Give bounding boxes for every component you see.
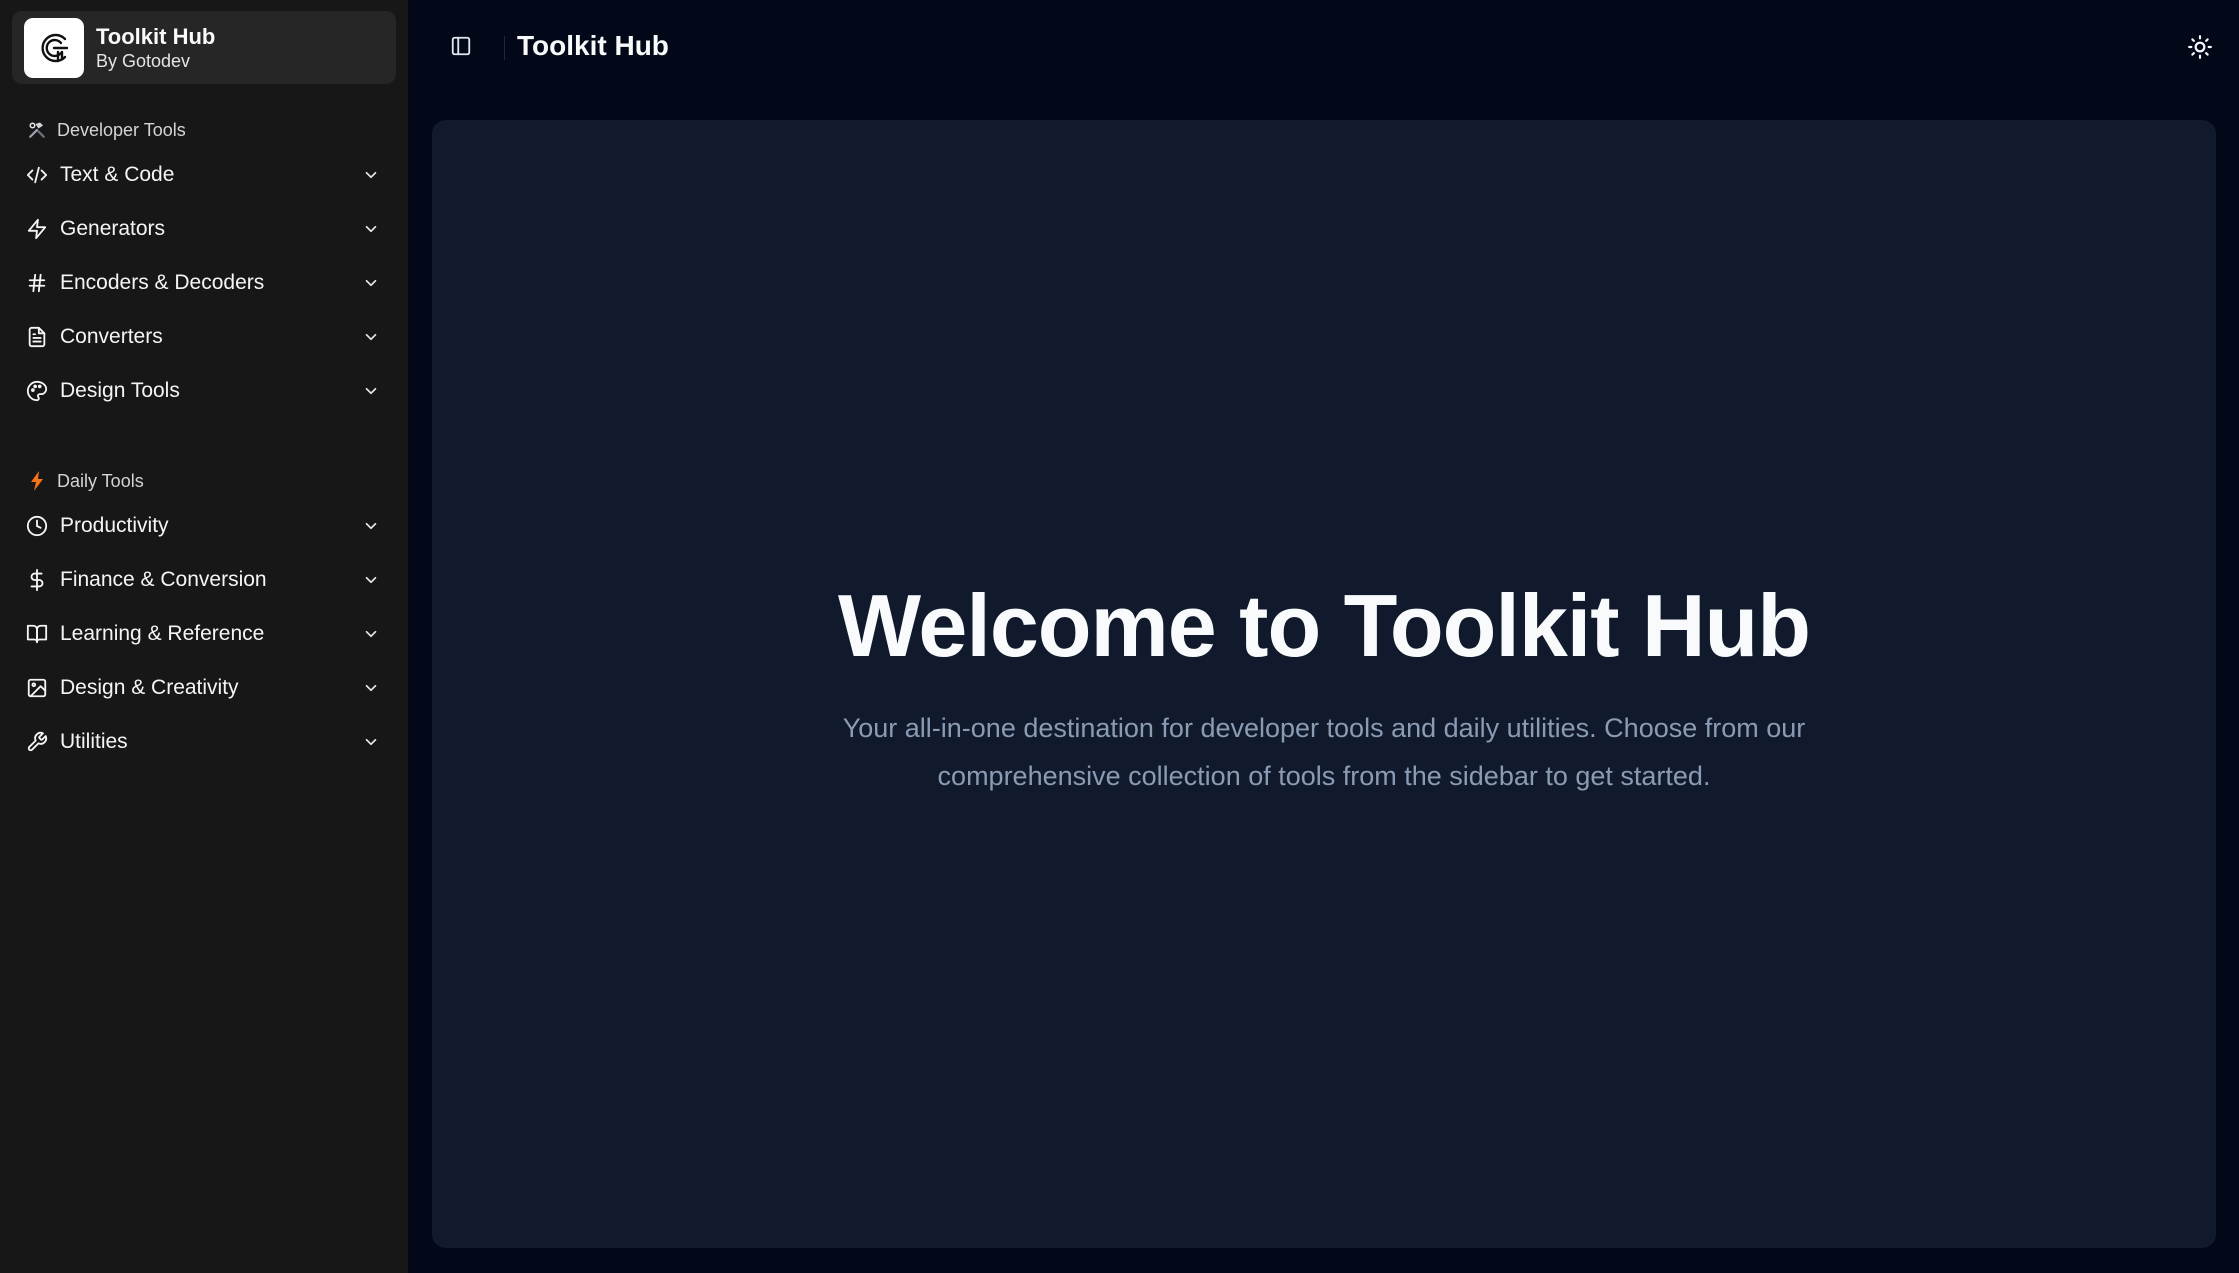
top-header: Toolkit Hub bbox=[408, 0, 2239, 98]
chevron-down-icon bbox=[360, 326, 382, 348]
zap-icon bbox=[24, 216, 50, 242]
page-title: Toolkit Hub bbox=[517, 30, 669, 61]
developer-nav-list: Text & Code Generators Encoders & Decode bbox=[12, 148, 396, 418]
brand-subtitle: By Gotodev bbox=[96, 50, 191, 71]
sidebar-item-label: Finance & Conversion bbox=[60, 568, 267, 591]
welcome-card: Welcome to Toolkit Hub Your all-in-one d… bbox=[432, 120, 2216, 1248]
chevron-down-icon bbox=[360, 677, 382, 699]
book-icon bbox=[24, 621, 50, 647]
sidebar-item-productivity[interactable]: Productivity bbox=[12, 499, 396, 553]
sidebar: Toolkit Hub By Gotodev Developer Tools T… bbox=[0, 0, 408, 1273]
daily-nav-list: Productivity Finance & Conversion Learni bbox=[12, 499, 396, 769]
clock-icon bbox=[24, 513, 50, 539]
code-icon bbox=[24, 162, 50, 188]
section-developer-tools: Developer Tools bbox=[12, 115, 396, 145]
chevron-down-icon bbox=[360, 623, 382, 645]
palette-icon bbox=[24, 378, 50, 404]
hammer-wrench-icon bbox=[26, 119, 48, 141]
sidebar-item-label: Text & Code bbox=[60, 163, 175, 186]
theme-toggle-sun-icon[interactable] bbox=[2185, 32, 2215, 62]
sidebar-item-label: Design Tools bbox=[60, 379, 180, 402]
brand-logo-icon bbox=[24, 17, 84, 78]
chevron-down-icon bbox=[360, 272, 382, 294]
chevron-down-icon bbox=[360, 380, 382, 402]
image-icon bbox=[24, 675, 50, 701]
wrench-icon bbox=[24, 729, 50, 755]
sidebar-item-label: Design & Creativity bbox=[60, 676, 239, 699]
chevron-down-icon bbox=[360, 569, 382, 591]
sidebar-item-generators[interactable]: Generators bbox=[12, 202, 396, 256]
brand-button[interactable]: Toolkit Hub By Gotodev bbox=[12, 11, 396, 84]
brand-title: Toolkit Hub bbox=[96, 23, 216, 49]
sidebar-item-learning-reference[interactable]: Learning & Reference bbox=[12, 607, 396, 661]
dollar-icon bbox=[24, 567, 50, 593]
chevron-down-icon bbox=[360, 515, 382, 537]
chevron-down-icon bbox=[360, 218, 382, 240]
file-text-icon bbox=[24, 324, 50, 350]
sidebar-item-finance-conversion[interactable]: Finance & Conversion bbox=[12, 553, 396, 607]
sidebar-item-label: Encoders & Decoders bbox=[60, 271, 265, 294]
welcome-description: Your all-in-one destination for develope… bbox=[842, 713, 1806, 791]
hash-icon bbox=[24, 270, 50, 296]
welcome-heading: Welcome to Toolkit Hub bbox=[837, 576, 1811, 675]
sidebar-item-design-tools[interactable]: Design Tools bbox=[12, 364, 396, 418]
chevron-down-icon bbox=[360, 164, 382, 186]
sidebar-item-label: Converters bbox=[60, 325, 163, 348]
sidebar-item-label: Productivity bbox=[60, 514, 169, 537]
lightning-icon bbox=[26, 470, 48, 492]
section-label-developer: Developer Tools bbox=[57, 119, 186, 140]
sidebar-item-utilities[interactable]: Utilities bbox=[12, 715, 396, 769]
section-label-daily: Daily Tools bbox=[57, 470, 144, 491]
sidebar-item-label: Learning & Reference bbox=[60, 622, 265, 645]
sidebar-item-converters[interactable]: Converters bbox=[12, 310, 396, 364]
header-divider bbox=[504, 36, 505, 60]
sidebar-toggle-icon[interactable] bbox=[448, 33, 474, 59]
sidebar-item-label: Utilities bbox=[60, 730, 128, 753]
sidebar-item-label: Generators bbox=[60, 217, 166, 240]
sidebar-item-text-code[interactable]: Text & Code bbox=[12, 148, 396, 202]
chevron-down-icon bbox=[360, 731, 382, 753]
app-root: Toolkit Hub By Gotodev Developer Tools T… bbox=[0, 0, 2239, 1273]
section-daily-tools: Daily Tools bbox=[12, 466, 396, 496]
sidebar-item-design-creativity[interactable]: Design & Creativity bbox=[12, 661, 396, 715]
sidebar-item-encoders-decoders[interactable]: Encoders & Decoders bbox=[12, 256, 396, 310]
